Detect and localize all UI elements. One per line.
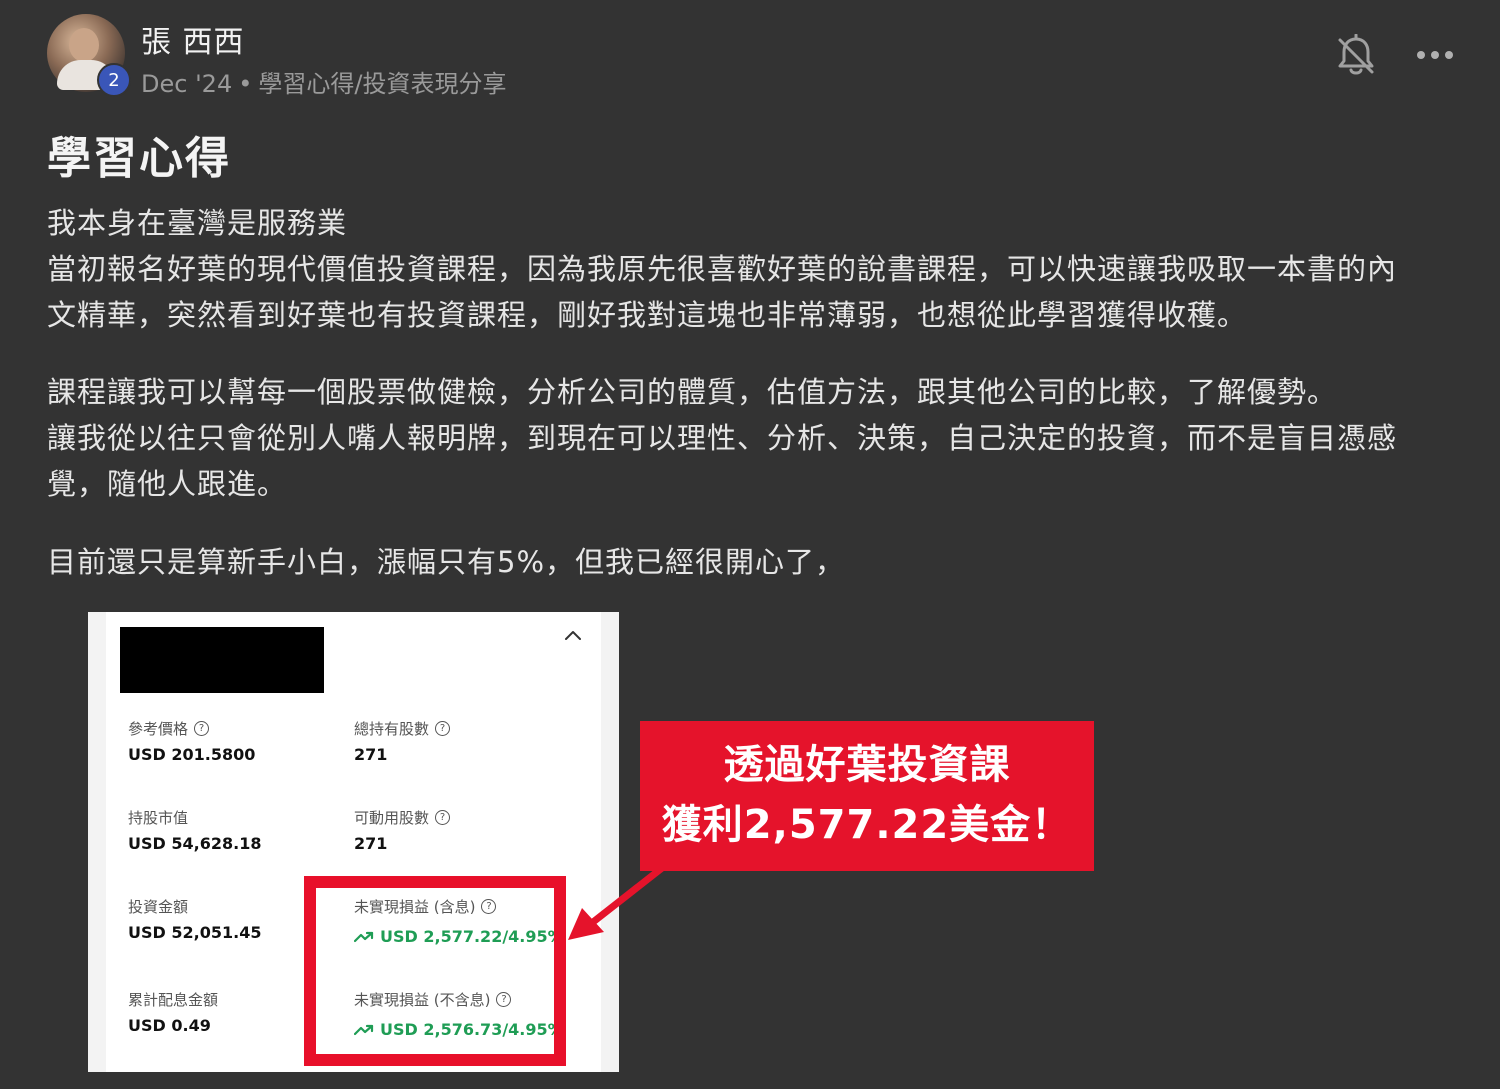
gain-highlight-box	[304, 876, 566, 1066]
reference-price-value: USD 201.5800	[128, 745, 256, 764]
paragraph-line: 讓我從以往只會從別人嘴人報明牌，到現在可以理性、分析、決策，自己決定的投資，而不…	[47, 421, 1398, 455]
callout-arrow	[568, 864, 666, 940]
field-label-text: 投資金額	[128, 898, 189, 916]
field-label-text: 持股市值	[128, 809, 189, 827]
post-date[interactable]: Dec '24	[141, 70, 232, 98]
available-shares-value: 271	[354, 834, 388, 853]
dividends-label: 累計配息金額	[128, 989, 218, 1010]
more-horizontal-icon[interactable]	[1414, 40, 1456, 70]
field-label-text: 參考價格	[128, 720, 189, 738]
dividends-value: USD 0.49	[128, 1016, 211, 1035]
bell-muted-icon[interactable]	[1336, 33, 1376, 78]
question-circle-icon: ?	[194, 721, 210, 736]
callout-line-2: 獲利2,577.22美金！	[661, 802, 1073, 848]
paragraph-line: 文精華，突然看到好葉也有投資課程，剛好我對這塊也非常薄弱，也想從此學習獲得收穫。	[47, 298, 1248, 332]
total-shares-label: 總持有股數?	[354, 718, 451, 739]
paragraph-line: 覺，隨他人跟進。	[47, 467, 288, 501]
profit-callout: 透過好葉投資課 獲利2,577.22美金！	[640, 721, 1094, 871]
market-value-value: USD 54,628.18	[128, 834, 262, 853]
post-title: 學習心得	[47, 133, 231, 184]
screenshot-gutter-right	[601, 612, 619, 1072]
author-name[interactable]: 張 西西	[141, 17, 245, 61]
trust-level-badge: 2	[97, 63, 131, 97]
paragraph-2: 課程讓我可以幫每一個股票做健檢，分析公司的體質，估值方法，跟其他公司的比較，了解…	[47, 369, 1467, 507]
market-value-label: 持股市值	[128, 807, 188, 828]
invested-amount-value: USD 52,051.45	[128, 923, 262, 942]
question-circle-icon: ?	[435, 810, 451, 825]
available-shares-label: 可動用股數?	[354, 807, 451, 828]
paragraph-3: 目前還只是算新手小白，漲幅只有5%，但我已經很開心了，	[47, 539, 1467, 585]
callout-line-1: 透過好葉投資課	[723, 742, 1011, 788]
post-category[interactable]: 學習心得/投資表現分享	[258, 70, 506, 98]
invested-amount-label: 投資金額	[128, 896, 188, 917]
screenshot-gutter-left	[88, 612, 106, 1072]
paragraph-1: 我本身在臺灣是服務業 當初報名好葉的現代價值投資課程，因為我原先很喜歡好葉的說書…	[47, 200, 1467, 338]
post-meta: Dec '24 • 學習心得/投資表現分享	[141, 64, 506, 99]
reference-price-label: 參考價格?	[128, 718, 210, 739]
field-label-text: 可動用股數	[354, 809, 430, 827]
paragraph-line: 課程讓我可以幫每一個股票做健檢，分析公司的體質，估值方法，跟其他公司的比較，了解…	[47, 375, 1338, 409]
field-label-text: 總持有股數	[354, 720, 430, 738]
paragraph-line: 目前還只是算新手小白，漲幅只有5%，但我已經很開心了，	[47, 545, 846, 579]
chevron-up-icon	[562, 626, 584, 644]
paragraph-line: 當初報名好葉的現代價值投資課程，因為我原先很喜歡好葉的說書課程，可以快速讓我吸取…	[47, 252, 1398, 286]
redacted-stock-name	[120, 627, 324, 693]
question-circle-icon: ?	[435, 721, 451, 736]
meta-separator: •	[238, 70, 253, 98]
field-label-text: 累計配息金額	[128, 991, 219, 1009]
post: 2 張 西西 Dec '24 • 學習心得/投資表現分享 學習心得 我本身在臺灣是服…	[0, 0, 1500, 1089]
total-shares-value: 271	[354, 745, 388, 764]
avatar-face	[69, 28, 99, 62]
paragraph-line: 我本身在臺灣是服務業	[47, 206, 348, 240]
